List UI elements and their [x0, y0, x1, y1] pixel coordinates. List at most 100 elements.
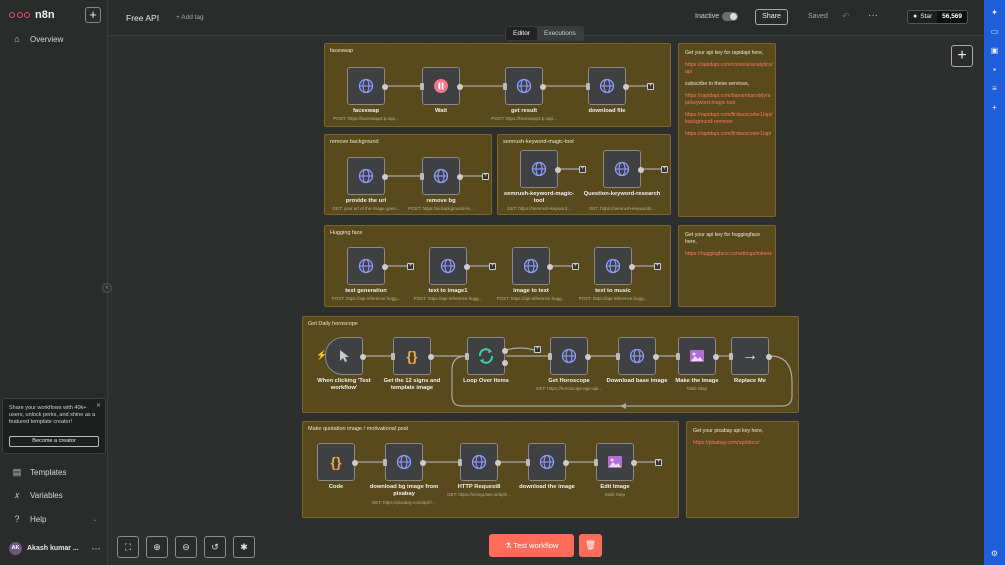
logo[interactable]: n8n	[9, 9, 55, 21]
assistant-icon[interactable]: ✦	[990, 8, 999, 17]
collapse-sidebar-button[interactable]: ‹	[102, 283, 112, 293]
node-code[interactable]: {}	[317, 443, 358, 481]
close-icon[interactable]: ✕	[96, 403, 101, 410]
sticky-title: remove background	[330, 139, 379, 145]
node-label: text to image1	[428, 288, 468, 294]
add-node-button[interactable]: +	[655, 459, 662, 466]
avatar: AK	[9, 542, 22, 555]
node-label: download bg image from pixabay	[369, 484, 439, 497]
globe-icon	[396, 454, 412, 470]
node-wait[interactable]	[420, 67, 463, 105]
globe-icon	[599, 78, 615, 94]
node-text-to-music[interactable]	[594, 247, 635, 285]
note-link[interactable]: https://rapidapi.com/firdavscoder1/api/b…	[685, 112, 773, 126]
cursor-icon	[340, 350, 349, 362]
globe-icon	[433, 168, 449, 184]
save-icon[interactable]: ▣	[990, 46, 999, 55]
node-text-generation[interactable]	[347, 247, 388, 285]
add-node-button[interactable]: +	[661, 166, 668, 173]
node-text-to-image[interactable]	[429, 247, 470, 285]
github-star-button[interactable]: ● Star 56,569	[907, 10, 969, 24]
note-link[interactable]: https://rapidapi.com/bairamkaroddy/api/k…	[685, 93, 773, 107]
chat-icon[interactable]: ▭	[990, 27, 999, 36]
add-node-panel-button[interactable]: +	[951, 45, 973, 67]
test-workflow-button[interactable]: ⚗ Test workflow	[489, 534, 574, 557]
node-download-file[interactable]	[586, 67, 629, 105]
trash-icon: 🗑	[584, 540, 597, 550]
help-icon: ?	[14, 514, 20, 524]
more-icon[interactable]: ···	[92, 544, 101, 554]
workflow-canvas[interactable]: faceswap remove background semrush-keywo…	[108, 36, 984, 565]
add-node-button[interactable]: +	[579, 166, 586, 173]
node-label: Loop Over Items	[463, 378, 509, 384]
node-get-signs[interactable]: {}	[391, 337, 434, 375]
settings-icon[interactable]: ⚙	[990, 549, 999, 558]
add-node-button[interactable]: +	[407, 263, 414, 270]
sidebar-item-help[interactable]: ? Help ⌄	[12, 514, 97, 524]
sidebar-item-label: Variables	[30, 491, 63, 500]
add-node-button[interactable]: +	[534, 346, 541, 353]
node-provide-url[interactable]	[347, 157, 388, 195]
debug-button[interactable]: ✱	[233, 536, 255, 558]
node-http-request8[interactable]	[458, 443, 501, 481]
image-icon	[608, 456, 622, 468]
code-braces-icon: {}	[330, 454, 342, 470]
node-download-bg-image[interactable]	[383, 443, 426, 481]
node-question-keyword[interactable]	[603, 150, 644, 188]
workflow-name[interactable]: Free API	[126, 13, 159, 23]
tab-editor[interactable]: Editor	[506, 27, 537, 40]
globe-icon	[539, 454, 555, 470]
add-workflow-button[interactable]: +	[85, 7, 101, 23]
node-make-image[interactable]	[676, 337, 719, 375]
note-link[interactable]: https://pixabay.com/api/docs/	[693, 440, 793, 447]
sticky-pixabay-note[interactable]: Get your pixabay api key here, https://p…	[686, 421, 799, 518]
sidebar-item-templates[interactable]: ▤ Templates	[12, 467, 67, 478]
add-node-button[interactable]: +	[482, 173, 489, 180]
delete-button[interactable]: 🗑	[579, 534, 602, 557]
plus-icon[interactable]: +	[990, 103, 999, 112]
add-node-button[interactable]: +	[572, 263, 579, 270]
node-get-result[interactable]	[503, 67, 546, 105]
add-node-button[interactable]: +	[654, 263, 661, 270]
node-replace-me[interactable]: →	[729, 337, 772, 375]
node-image-to-text[interactable]	[512, 247, 553, 285]
become-creator-button[interactable]: Become a creator	[9, 436, 99, 447]
node-remove-bg[interactable]	[420, 157, 463, 195]
node-download-base-image[interactable]	[616, 337, 659, 375]
sticky-rapidapi-note[interactable]: Get your api key for rapidapi here, http…	[678, 43, 776, 217]
node-get-horoscope[interactable]	[548, 337, 591, 375]
sidebar-item-overview[interactable]: ⌂ Overview	[12, 34, 63, 44]
node-manual-trigger[interactable]	[325, 337, 366, 375]
n8n-logo-icon	[9, 9, 31, 21]
zoom-out-button[interactable]: ⊖	[175, 536, 197, 558]
sidebar-item-variables[interactable]: 𝑥 Variables	[12, 490, 63, 501]
node-faceswap[interactable]	[347, 67, 388, 105]
more-options-icon[interactable]: ···	[868, 10, 878, 21]
sidebar: n8n + ⌂ Overview ✕ Share your workflows …	[0, 0, 108, 565]
list-icon[interactable]: ≡	[990, 84, 999, 93]
creator-promo: ✕ Share your workflows with 40k+ users, …	[2, 398, 106, 454]
reset-zoom-button[interactable]: ↺	[204, 536, 226, 558]
note-link[interactable]: https://rapidapi.com/console/analytics/a…	[685, 62, 773, 76]
user-menu[interactable]: AK Akash kumar ... ···	[9, 542, 101, 555]
disk-icon[interactable]: ▪	[990, 65, 999, 74]
sidebar-item-label: Help	[30, 514, 47, 524]
active-toggle[interactable]	[722, 12, 738, 21]
node-loop-over-items[interactable]	[465, 337, 508, 375]
note-link[interactable]: https://rapidapi.com/firdavscoder1/api	[685, 131, 773, 138]
fit-view-button[interactable]: ⛶	[117, 536, 139, 558]
node-subtitle: POST: https://faceswap3.p.rapi...	[491, 116, 557, 121]
sticky-huggingface-note[interactable]: Get your api key for huggingface here, h…	[678, 225, 776, 307]
share-button[interactable]: Share	[755, 9, 788, 25]
tab-executions[interactable]: Executions	[537, 27, 583, 40]
add-tag-link[interactable]: + Add tag	[176, 14, 204, 21]
add-node-button[interactable]: +	[647, 83, 654, 90]
node-semrush-tool[interactable]	[520, 150, 561, 188]
node-download-image[interactable]	[526, 443, 569, 481]
history-icon[interactable]: ↶	[842, 11, 850, 22]
node-edit-image[interactable]	[594, 443, 637, 481]
note-link[interactable]: https://huggingface.co/settings/tokens	[685, 251, 773, 258]
zoom-in-button[interactable]: ⊕	[146, 536, 168, 558]
node-label: Get the 12 signs and template image	[383, 378, 441, 391]
add-node-button[interactable]: +	[489, 263, 496, 270]
